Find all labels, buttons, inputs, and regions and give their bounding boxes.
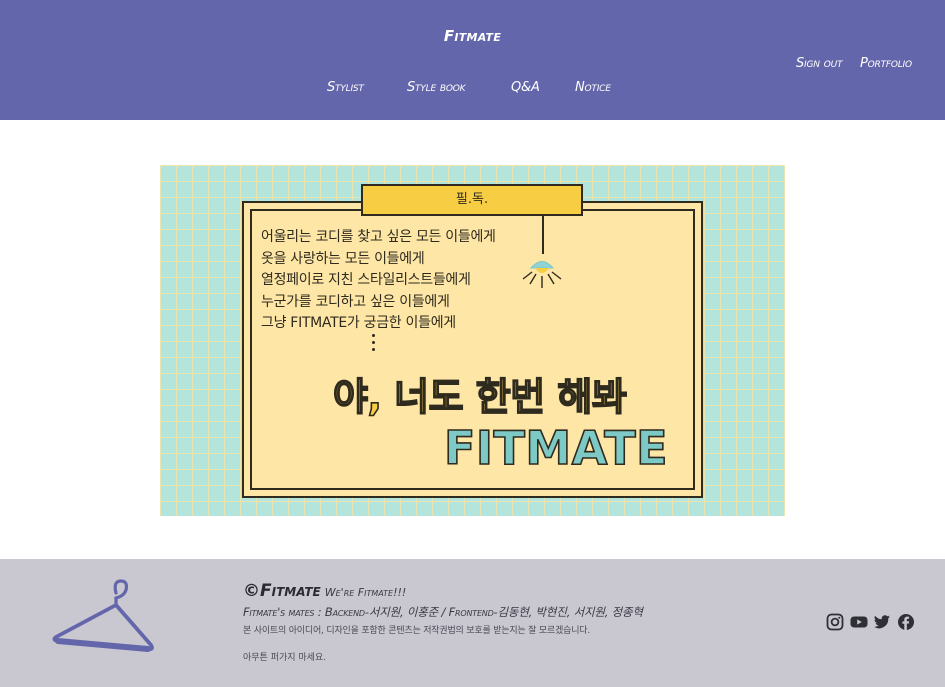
board-line: 어울리는 코디를 찾고 싶은 모든 이들에게 (261, 229, 496, 245)
promo-banner: 필.독. 어울리는 코디를 찾고 싶은 모든 이들에게 옷을 사랑하는 모든 이… (160, 165, 785, 516)
lamp-icon (522, 261, 562, 288)
lamp-cord (542, 216, 544, 254)
hanger-icon (52, 579, 154, 652)
board-text: 어울리는 코디를 찾고 싶은 모든 이들에게 옷을 사랑하는 모든 이들에게 열… (261, 227, 496, 335)
instagram-icon[interactable] (826, 613, 844, 631)
footer-note: 아무튼 퍼가지 마세요. (243, 653, 327, 663)
footer-slogan: We're Fitmate!!! (324, 586, 407, 599)
board-line: 그냥 FITMATE가 궁금한 이들에게 (261, 315, 456, 331)
board-line: 열정페이로 지친 스타일리스트들에게 (261, 272, 471, 288)
board-line: 누군가를 코디하고 싶은 이들에게 (261, 293, 450, 310)
site-logo[interactable]: Fitmate (0, 27, 945, 45)
board-line: 옷을 사랑하는 모든 이들에게 (261, 250, 425, 267)
banner-headline: 야, 너도 한번 해봐 (332, 374, 627, 420)
sign-out-link[interactable]: Sign out (796, 56, 843, 71)
footer-brand-name: ©Fitmate (243, 581, 321, 601)
nav-notice[interactable]: Notice (575, 80, 611, 95)
twitter-icon[interactable] (873, 613, 891, 631)
banner-logo-text: FITMATE (443, 420, 669, 476)
footer-team: Fitmate's mates : Backend-서지원, 이홍준 / Fro… (243, 605, 643, 619)
portfolio-link[interactable]: Portfolio (860, 56, 912, 71)
main-nav: Stylist Style book Q&A Notice (0, 80, 945, 98)
facebook-icon[interactable] (897, 613, 915, 631)
footer-brand: ©Fitmate We're Fitmate!!! (243, 581, 406, 601)
site-header: Fitmate Stylist Style book Q&A Notice Si… (0, 0, 945, 120)
nav-style-book[interactable]: Style book (407, 80, 466, 95)
board-tag: 필.독. (361, 184, 583, 216)
nav-qna[interactable]: Q&A (511, 80, 540, 95)
site-footer: ©Fitmate We're Fitmate!!! Fitmate's mates… (0, 559, 945, 687)
nav-stylist[interactable]: Stylist (327, 80, 364, 95)
footer-copyright: 본 사이트의 아이디어, 디자인을 포함한 콘텐츠는 저작권법의 보호를 받는지… (243, 626, 591, 636)
ellipsis-dots (370, 334, 378, 356)
youtube-icon[interactable] (850, 613, 868, 631)
